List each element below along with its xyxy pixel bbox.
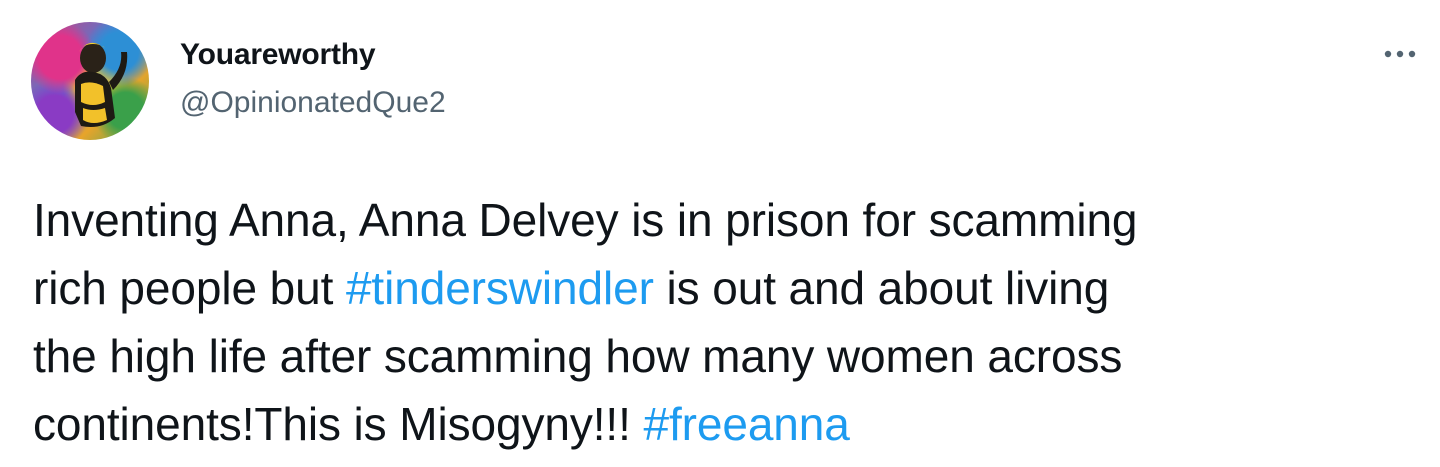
tweet-line: rich people but #tinderswindler is out a… [33,254,1423,322]
tweet-text-segment: rich people but [33,262,346,314]
tweet-card: Youareworthy @OpinionatedQue2 Inventing … [0,0,1440,467]
tweet-text-segment: Inventing Anna, Anna Delvey is in prison… [33,194,1138,246]
tweet-text-segment: continents!This is Misogyny!!! [33,398,644,450]
tweet-line: continents!This is Misogyny!!! #freeanna [33,390,1423,458]
author-display-name[interactable]: Youareworthy [180,38,376,72]
more-horizontal-icon[interactable] [1380,42,1420,66]
tweet-line: the high life after scamming how many wo… [33,322,1423,390]
tweet-text-segment: is out and about living [653,262,1110,314]
hashtag-link-tinderswindler[interactable]: #tinderswindler [346,262,654,314]
profile-avatar-icon[interactable] [31,22,149,140]
author-handle[interactable]: @OpinionatedQue2 [180,86,446,120]
tweet-text-segment: the high life after scamming how many wo… [33,330,1123,382]
hashtag-link-freeanna[interactable]: #freeanna [643,398,849,450]
tweet-line: Inventing Anna, Anna Delvey is in prison… [33,186,1423,254]
tweet-text: Inventing Anna, Anna Delvey is in prison… [33,186,1423,458]
